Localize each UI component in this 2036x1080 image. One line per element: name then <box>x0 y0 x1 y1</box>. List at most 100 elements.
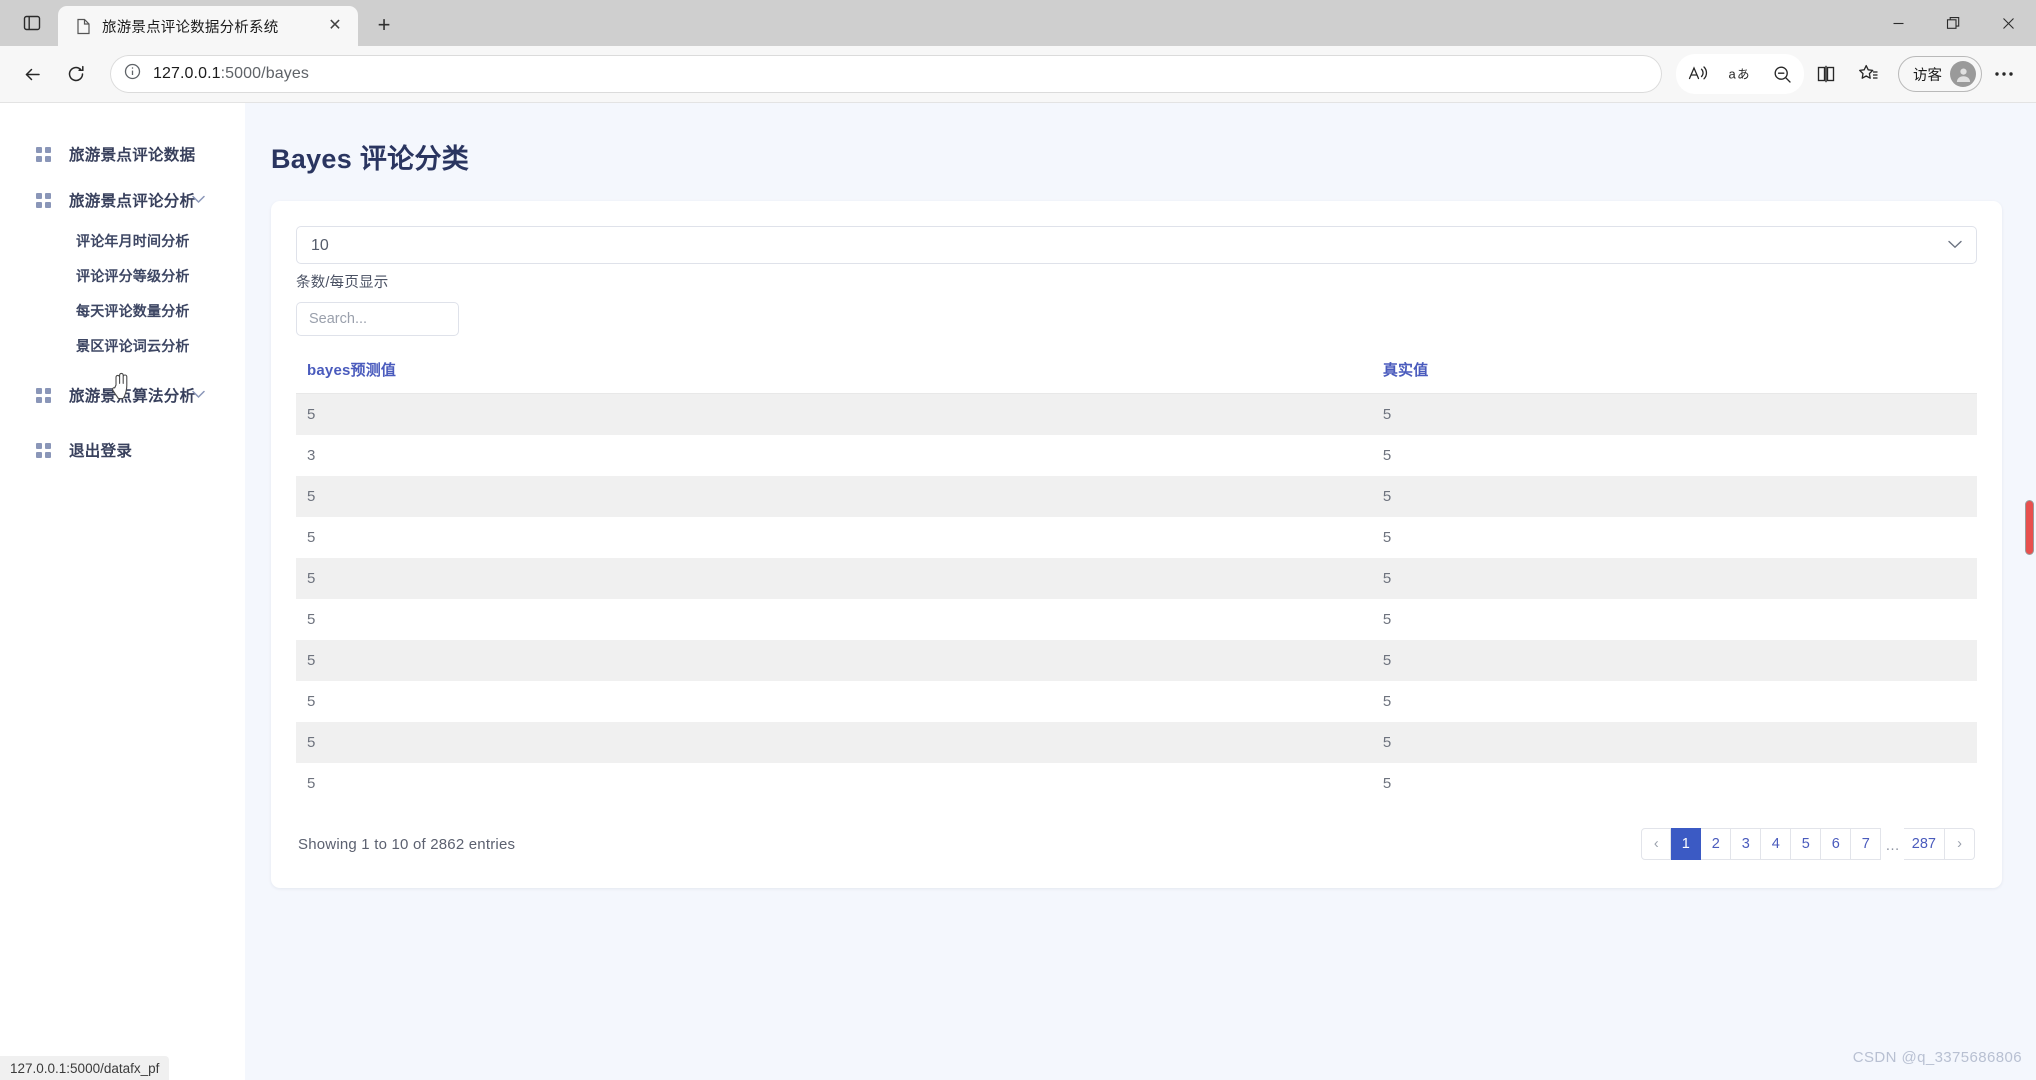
cell-bayes-prediction: 5 <box>296 763 1372 804</box>
url-host: 127.0.0.1 <box>153 65 221 82</box>
column-header-bayes-prediction[interactable]: bayes预测值 <box>296 348 1372 394</box>
table-header-row: bayes预测值 真实值 <box>296 348 1977 394</box>
close-icon[interactable]: ✕ <box>322 13 348 39</box>
cell-bayes-prediction: 5 <box>296 722 1372 763</box>
page-size-select[interactable]: 10 25 50 100 <box>296 226 1977 264</box>
reload-icon[interactable] <box>56 54 96 94</box>
table-row[interactable]: 5 5 <box>296 517 1977 558</box>
cell-bayes-prediction: 5 <box>296 558 1372 599</box>
page-scrollbar-track[interactable] <box>2021 103 2036 1080</box>
tab-manager-icon[interactable] <box>10 0 54 46</box>
chevron-down-icon <box>192 191 205 209</box>
sidebar-subitem-label: 评论年月时间分析 <box>76 231 190 251</box>
page-icon <box>74 17 92 35</box>
pagination-ellipsis: … <box>1881 828 1904 860</box>
chevron-down-icon <box>192 386 205 404</box>
pagination-page-1[interactable]: 1 <box>1671 828 1701 860</box>
translate-icon[interactable]: a あ <box>1720 54 1760 94</box>
pagination-page-2[interactable]: 2 <box>1701 828 1731 860</box>
sidebar-item-algorithm-analysis[interactable]: 旅游景点算法分析 <box>0 372 245 418</box>
sidebar-subitem-label: 景区评论词云分析 <box>76 336 190 356</box>
sidebar-item-label: 旅游景点评论分析 <box>69 189 195 211</box>
link-status-bubble: 127.0.0.1:5000/datafx_pf <box>0 1056 169 1080</box>
pagination-page-3[interactable]: 3 <box>1731 828 1761 860</box>
sidebar-subitem-label: 评论评分等级分析 <box>76 266 190 286</box>
cell-bayes-prediction: 5 <box>296 681 1372 722</box>
sidebar-item-logout[interactable]: 退出登录 <box>0 427 245 473</box>
sidebar: 旅游景点评论数据 旅游景点评论分析 评论年月时间分析 评论评分等级分析 每天评论… <box>0 103 245 1080</box>
sidebar-item-wordcloud-analysis[interactable]: 景区评论词云分析 <box>0 328 245 363</box>
grid-icon <box>36 147 51 162</box>
sidebar-item-year-month-analysis[interactable]: 评论年月时间分析 <box>0 223 245 258</box>
sidebar-item-label: 旅游景点评论数据 <box>69 143 195 165</box>
page-size-label: 条数/每页显示 <box>296 271 1977 292</box>
pagination-page-5[interactable]: 5 <box>1791 828 1821 860</box>
pagination-next[interactable]: › <box>1945 828 1975 860</box>
pagination-page-4[interactable]: 4 <box>1761 828 1791 860</box>
new-tab-button[interactable]: + <box>366 7 402 43</box>
page-size-control: 10 25 50 100 <box>296 226 1977 264</box>
data-table-card: 10 25 50 100 条数/每页显示 bayes预测值 <box>271 201 2002 888</box>
more-options-icon[interactable] <box>1984 54 2024 94</box>
sidebar-subitem-label: 每天评论数量分析 <box>76 301 190 321</box>
table-head: bayes预测值 真实值 <box>296 348 1977 394</box>
showing-entries-text: Showing 1 to 10 of 2862 entries <box>298 836 515 853</box>
pagination-prev[interactable]: ‹ <box>1641 828 1671 860</box>
table-row[interactable]: 5 5 <box>296 722 1977 763</box>
back-arrow-icon[interactable] <box>12 54 52 94</box>
svg-text:a: a <box>1729 67 1737 82</box>
cell-bayes-prediction: 5 <box>296 476 1372 517</box>
grid-icon <box>36 443 51 458</box>
cell-true-value: 5 <box>1372 722 1977 763</box>
sidebar-subnav: 评论年月时间分析 评论评分等级分析 每天评论数量分析 景区评论词云分析 <box>0 223 245 363</box>
pagination-page-7[interactable]: 7 <box>1851 828 1881 860</box>
table-row[interactable]: 5 5 <box>296 476 1977 517</box>
split-screen-icon[interactable] <box>1806 54 1846 94</box>
sidebar-item-comment-analysis[interactable]: 旅游景点评论分析 <box>0 177 245 223</box>
table-row[interactable]: 3 5 <box>296 435 1977 476</box>
avatar-icon <box>1950 61 1976 87</box>
search-input[interactable] <box>296 302 459 336</box>
cell-true-value: 5 <box>1372 476 1977 517</box>
cell-bayes-prediction: 3 <box>296 435 1372 476</box>
minimize-button[interactable] <box>1871 0 1926 46</box>
grid-icon <box>36 193 51 208</box>
results-table: bayes预测值 真实值 5 5 3 5 <box>296 348 1977 804</box>
cell-true-value: 5 <box>1372 640 1977 681</box>
browser-tab[interactable]: 旅游景点评论数据分析系统 ✕ <box>58 6 358 46</box>
sidebar-item-daily-count-analysis[interactable]: 每天评论数量分析 <box>0 293 245 328</box>
cell-true-value: 5 <box>1372 763 1977 804</box>
table-row[interactable]: 5 5 <box>296 558 1977 599</box>
cell-true-value: 5 <box>1372 394 1977 436</box>
table-row[interactable]: 5 5 <box>296 640 1977 681</box>
sidebar-item-comment-data[interactable]: 旅游景点评论数据 <box>0 131 245 177</box>
browser-toolbar: 127.0.0.1:5000/bayes a あ <box>0 46 2036 103</box>
pagination: ‹ 1 2 3 4 5 6 7 … 287 › <box>1641 828 1975 860</box>
table-row[interactable]: 5 5 <box>296 599 1977 640</box>
read-aloud-icon[interactable] <box>1678 54 1718 94</box>
site-info-icon[interactable] <box>124 63 141 85</box>
cell-bayes-prediction: 5 <box>296 640 1372 681</box>
pagination-page-6[interactable]: 6 <box>1821 828 1851 860</box>
zoom-out-icon[interactable] <box>1762 54 1802 94</box>
cell-true-value: 5 <box>1372 599 1977 640</box>
page-scrollbar-thumb[interactable] <box>2025 500 2034 555</box>
column-header-true-value[interactable]: 真实值 <box>1372 348 1977 394</box>
sidebar-item-rating-level-analysis[interactable]: 评论评分等级分析 <box>0 258 245 293</box>
table-row[interactable]: 5 5 <box>296 763 1977 804</box>
table-row[interactable]: 5 5 <box>296 394 1977 436</box>
sidebar-item-label: 旅游景点算法分析 <box>69 384 195 406</box>
favorites-star-icon[interactable] <box>1848 54 1888 94</box>
tab-strip: 旅游景点评论数据分析系统 ✕ + <box>0 0 2036 46</box>
address-bar[interactable]: 127.0.0.1:5000/bayes <box>110 55 1662 93</box>
pagination-last-page[interactable]: 287 <box>1904 828 1945 860</box>
profile-name: 访客 <box>1913 64 1942 85</box>
toolbar-actions: a あ <box>1676 54 2024 94</box>
table-row[interactable]: 5 5 <box>296 681 1977 722</box>
maximize-button[interactable] <box>1926 0 1981 46</box>
svg-text:あ: あ <box>1737 67 1750 82</box>
profile-button[interactable]: 访客 <box>1898 56 1982 92</box>
watermark: CSDN @q_3375686806 <box>1853 1049 2022 1066</box>
page-viewport: 旅游景点评论数据 旅游景点评论分析 评论年月时间分析 评论评分等级分析 每天评论… <box>0 103 2036 1080</box>
close-window-button[interactable] <box>1981 0 2036 46</box>
